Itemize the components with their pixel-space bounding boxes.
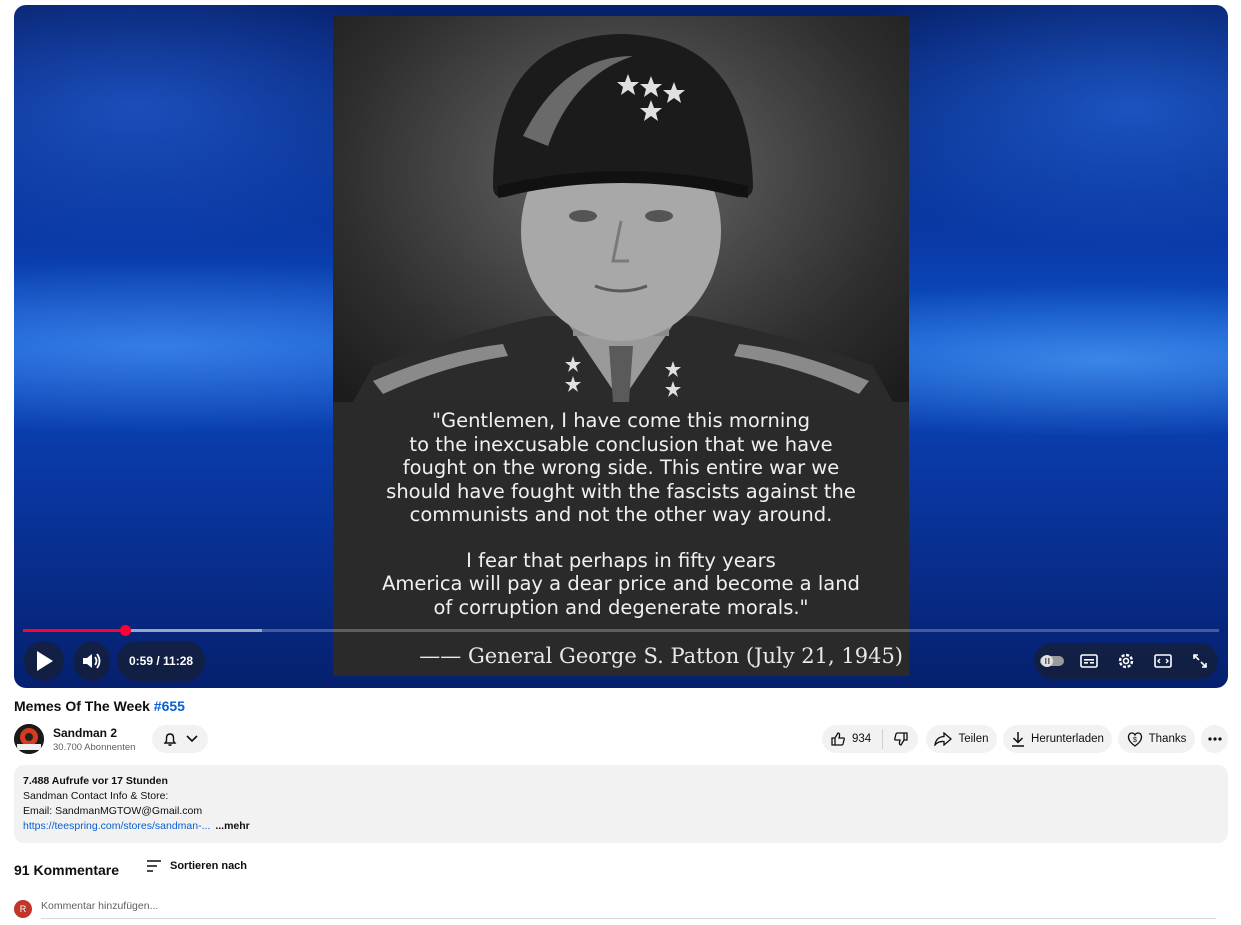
quote-attribution: —— General George S. Patton (July 21, 19… bbox=[419, 644, 903, 668]
description-box[interactable]: 7.488 Aufrufe vor 17 Stunden Sandman Con… bbox=[14, 765, 1228, 843]
settings-icon bbox=[1118, 653, 1134, 669]
theater-mode-button[interactable] bbox=[1145, 643, 1181, 679]
description-line-3: https://teespring.com/stores/sandman-...… bbox=[23, 819, 250, 834]
description-line-2: Email: SandmanMGTOW@Gmail.com bbox=[23, 805, 203, 817]
volume-icon bbox=[83, 653, 101, 669]
subtitles-button[interactable] bbox=[1071, 643, 1107, 679]
video-frame-meme: "Gentlemen, I have come this morning to … bbox=[333, 16, 909, 676]
more-horizontal-icon bbox=[1207, 737, 1222, 741]
right-controls bbox=[1034, 643, 1218, 679]
store-link[interactable]: https://teespring.com/stores/sandman-... bbox=[23, 820, 210, 832]
download-button[interactable]: Herunterladen bbox=[1003, 725, 1112, 753]
mute-button[interactable] bbox=[74, 641, 110, 681]
scrubber-handle[interactable] bbox=[120, 625, 132, 636]
video-player[interactable]: "Gentlemen, I have come this morning to … bbox=[14, 5, 1228, 688]
sort-comments-button[interactable]: Sortieren nach bbox=[146, 860, 247, 872]
thanks-label: Thanks bbox=[1148, 733, 1187, 745]
show-more-button[interactable]: ...mehr bbox=[215, 820, 249, 832]
share-label: Teilen bbox=[958, 733, 989, 745]
quote-paragraph-1: "Gentlemen, I have come this morning to … bbox=[386, 409, 856, 526]
autoplay-toggle[interactable] bbox=[1034, 643, 1070, 679]
share-icon bbox=[934, 732, 953, 746]
subtitles-icon bbox=[1080, 654, 1098, 668]
like-count: 934 bbox=[852, 733, 872, 745]
play-icon bbox=[37, 651, 53, 671]
theater-mode-icon bbox=[1153, 654, 1172, 668]
thumbs-down-icon bbox=[894, 732, 908, 746]
settings-button[interactable] bbox=[1108, 643, 1144, 679]
dislike-button[interactable] bbox=[883, 731, 909, 747]
sort-label: Sortieren nach bbox=[170, 860, 248, 872]
subscriber-count: 30.700 Abonnenten bbox=[53, 742, 136, 753]
download-label: Herunterladen bbox=[1031, 733, 1104, 745]
thanks-button[interactable]: $ Thanks bbox=[1118, 725, 1195, 753]
progress-bar[interactable] bbox=[23, 625, 1219, 636]
share-button[interactable]: Teilen bbox=[926, 725, 997, 753]
time-display: 0:59 / 11:28 bbox=[117, 641, 206, 681]
like-dislike-group: 934 bbox=[822, 725, 918, 753]
autoplay-toggle-icon bbox=[1040, 655, 1065, 667]
channel-avatar[interactable] bbox=[14, 724, 44, 754]
chevron-down-icon bbox=[186, 735, 198, 743]
quote-paragraph-2: I fear that perhaps in fifty years Ameri… bbox=[382, 548, 860, 619]
fullscreen-icon bbox=[1192, 654, 1207, 668]
fullscreen-button[interactable] bbox=[1182, 643, 1218, 679]
video-title-text: Memes Of The Week bbox=[14, 698, 154, 714]
play-button[interactable] bbox=[24, 641, 64, 681]
thumbs-up-icon bbox=[831, 732, 845, 746]
comments-count: 91 Kommentare bbox=[14, 862, 120, 878]
sort-icon bbox=[147, 860, 161, 872]
download-icon bbox=[1012, 732, 1025, 747]
thanks-icon: $ bbox=[1127, 732, 1142, 747]
progress-played bbox=[23, 629, 126, 632]
hashtag-link[interactable]: #655 bbox=[154, 698, 185, 714]
bell-icon bbox=[163, 733, 177, 746]
quote-text: "Gentlemen, I have come this morning to … bbox=[333, 409, 909, 641]
user-avatar: R bbox=[14, 900, 32, 918]
view-count-date: 7.488 Aufrufe vor 17 Stunden bbox=[23, 775, 168, 787]
more-actions-button[interactable] bbox=[1201, 725, 1228, 753]
add-comment-input[interactable]: Kommentar hinzufügen... bbox=[41, 900, 1216, 919]
portrait-photo bbox=[333, 16, 909, 402]
like-button[interactable]: 934 bbox=[822, 729, 883, 749]
video-title: Memes Of The Week #655 bbox=[14, 698, 185, 714]
channel-name[interactable]: Sandman 2 bbox=[53, 726, 117, 740]
svg-text:$: $ bbox=[1133, 737, 1137, 744]
description-line-1: Sandman Contact Info & Store: bbox=[23, 790, 169, 802]
notification-bell-button[interactable] bbox=[152, 725, 208, 753]
time-text: 0:59 / 11:28 bbox=[129, 654, 194, 668]
